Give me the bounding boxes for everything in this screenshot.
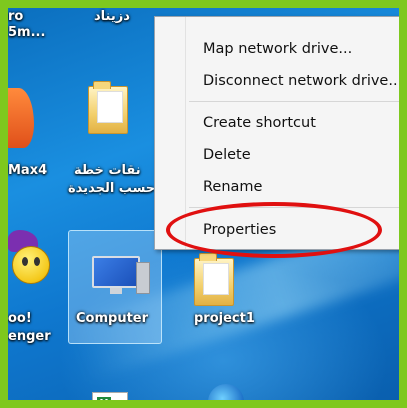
annotation-ellipse (166, 202, 382, 258)
menu-item-create-shortcut[interactable]: Create shortcut (203, 115, 316, 131)
menu-item-disconnect-network-drive[interactable]: Disconnect network drive... (203, 73, 399, 89)
computer-label[interactable]: Computer (76, 312, 148, 326)
folder-label-line2: حسب الجديدة (68, 181, 156, 196)
folder-icon[interactable] (88, 81, 128, 134)
project-folder-label[interactable]: project1 (194, 312, 255, 326)
desktop-icon-label-max: Max4 (8, 163, 48, 178)
app-icon-partial[interactable] (8, 88, 34, 148)
screenshot-frame: ro 5m... دزيناد Max4 نقات خطة حسب الجديد… (0, 0, 407, 408)
desktop-icon-label-top-left-2: 5m... (8, 25, 46, 40)
yahoo-label-line1: oo! (8, 311, 32, 326)
project-folder-icon[interactable] (194, 253, 234, 306)
yahoo-label-line2: enger (8, 329, 51, 344)
excel-file-icon[interactable]: X (92, 392, 128, 400)
menu-item-rename[interactable]: Rename (203, 179, 262, 195)
desktop-icon-label-top-left-1: ro (8, 9, 24, 24)
menu-separator (189, 101, 399, 102)
yahoo-messenger-icon[interactable] (12, 246, 50, 284)
desktop-icon-label-arabic-top: دزيناد (94, 9, 130, 24)
computer-icon[interactable] (92, 256, 150, 296)
globe-icon[interactable] (208, 384, 244, 400)
menu-item-delete[interactable]: Delete (203, 147, 251, 163)
folder-label-line1: نقات خطة (74, 163, 141, 178)
menu-item-map-network-drive[interactable]: Map network drive... (203, 41, 352, 57)
